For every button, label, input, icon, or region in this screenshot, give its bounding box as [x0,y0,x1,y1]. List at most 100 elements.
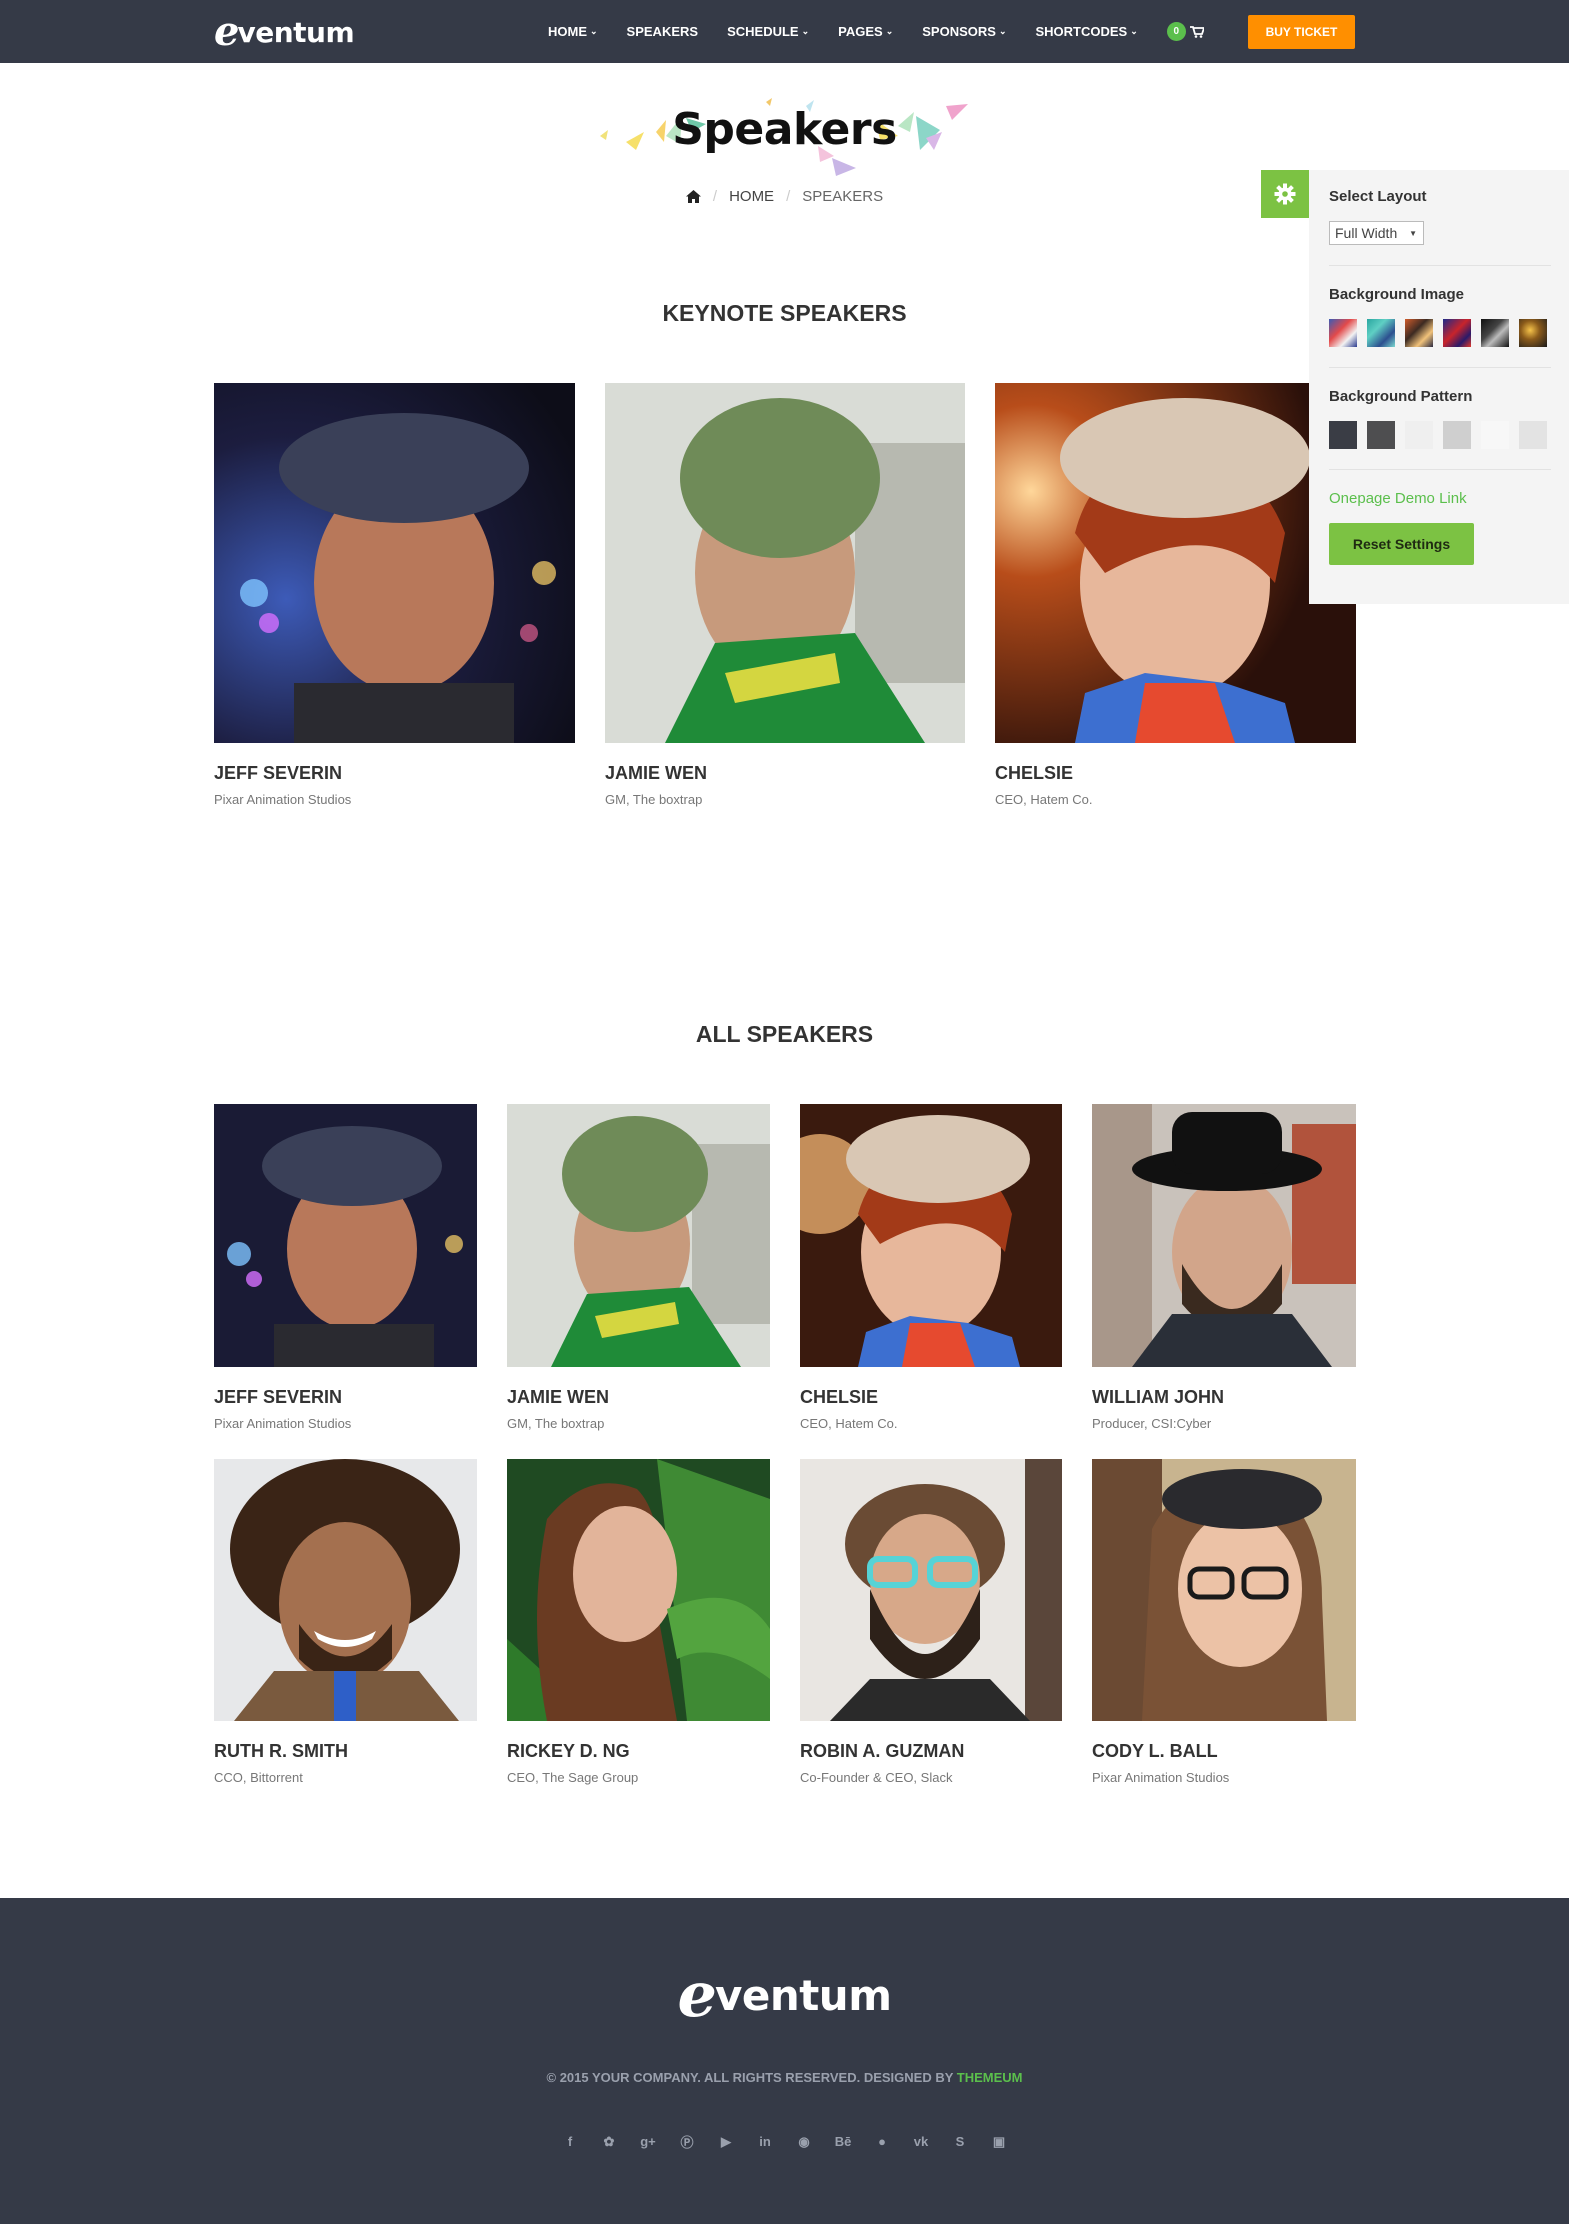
speaker-photo[interactable] [1092,1104,1356,1367]
speaker-name[interactable]: ROBIN A. GUZMAN [800,1741,1062,1762]
cart-count-badge: 0 [1166,22,1186,41]
nav-item-shortcodes[interactable]: SHORTCODES ⌄ [1035,24,1137,39]
settings-toggle-button[interactable] [1261,170,1309,218]
speaker-photo[interactable] [800,1104,1062,1367]
flickr-icon[interactable]: ● [873,2132,892,2151]
speaker-name[interactable]: JAMIE WEN [507,1387,770,1408]
site-logo[interactable]: e ventum [214,12,355,52]
speaker-name[interactable]: JEFF SEVERIN [214,1387,477,1408]
cart-icon [1189,25,1204,38]
background-pattern-swatch[interactable] [1405,421,1433,449]
speaker-photo-image [1092,1104,1356,1367]
chevron-down-icon: ⌄ [590,26,598,36]
keynote-speaker-card[interactable]: CHELSIE CEO, Hatem Co. [995,383,1356,807]
speaker-photo[interactable] [995,383,1356,743]
gear-icon [1274,183,1296,205]
keynote-speaker-card[interactable]: JEFF SEVERIN Pixar Animation Studios [214,383,575,807]
keynote-speaker-card[interactable]: JAMIE WEN GM, The boxtrap [605,383,965,807]
caret-down-icon: ▼ [1409,228,1417,238]
background-image-swatches [1329,319,1549,347]
divider [1329,469,1551,470]
speaker-photo[interactable] [800,1459,1062,1721]
top-navbar: e ventum HOME ⌄ SPEAKERS SCHEDULE ⌄ PAGES ⌄… [0,0,1569,63]
speaker-photo-image [800,1104,1062,1367]
speaker-name[interactable]: CHELSIE [995,763,1356,784]
background-pattern-swatch[interactable] [1329,421,1357,449]
background-image-swatch[interactable] [1367,319,1395,347]
onepage-demo-link[interactable]: Onepage Demo Link [1329,490,1549,507]
dribbble-icon[interactable]: ◉ [795,2132,814,2151]
speaker-photo[interactable] [507,1459,770,1721]
background-image-swatch[interactable] [1519,319,1547,347]
background-pattern-swatch[interactable] [1443,421,1471,449]
speaker-card[interactable]: JEFF SEVERIN Pixar Animation Studios [214,1104,477,1431]
select-layout-label: Select Layout [1329,188,1427,205]
chevron-down-icon: ⌄ [998,26,1007,36]
site-footer: e ventum © 2015 YOUR COMPANY. ALL RIGHTS… [0,1898,1569,2224]
speaker-role: Co-Founder & CEO, Slack [800,1770,953,1785]
home-icon[interactable] [685,190,701,203]
speaker-role: GM, The boxtrap [507,1416,605,1431]
background-pattern-label: Background Pattern [1329,388,1473,405]
speaker-name[interactable]: JEFF SEVERIN [214,763,575,784]
background-image-swatch[interactable] [1329,319,1357,347]
speaker-card[interactable]: RICKEY D. NG CEO, The Sage Group [507,1459,770,1785]
speaker-photo-image [214,1104,477,1367]
footer-logo[interactable]: e ventum [0,1964,1569,2026]
copyright-text: © 2015 YOUR COMPANY. ALL RIGHTS RESERVED… [0,2070,1569,2085]
twitter-icon[interactable]: ✿ [600,2132,619,2151]
linkedin-icon[interactable]: in [756,2132,775,2151]
buy-ticket-button[interactable]: BUY TICKET [1248,15,1355,49]
main-nav: HOME ⌄ SPEAKERS SCHEDULE ⌄ PAGES ⌄ SPONSORS… [548,0,1204,63]
speaker-photo[interactable] [507,1104,770,1367]
vk-icon[interactable]: vk [912,2132,931,2151]
google-plus-icon[interactable]: g+ [639,2132,658,2151]
speaker-card[interactable]: CODY L. BALL Pixar Animation Studios [1092,1459,1356,1785]
speaker-photo[interactable] [214,383,575,743]
speaker-name[interactable]: JAMIE WEN [605,763,965,784]
speaker-role: CEO, The Sage Group [507,1770,639,1785]
background-pattern-swatch[interactable] [1519,421,1547,449]
background-image-swatch[interactable] [1405,319,1433,347]
pinterest-icon[interactable]: Ⓟ [678,2132,697,2151]
nav-item-home[interactable]: HOME ⌄ [548,24,598,39]
skype-icon[interactable]: S [951,2132,970,2151]
speaker-name[interactable]: WILLIAM JOHN [1092,1387,1356,1408]
nav-item-sponsors[interactable]: SPONSORS ⌄ [922,24,1006,39]
facebook-icon[interactable]: f [561,2132,580,2151]
background-pattern-swatches [1329,421,1549,449]
breadcrumb-current: SPEAKERS [802,188,884,205]
speaker-photo[interactable] [1092,1459,1356,1721]
background-image-swatch[interactable] [1443,319,1471,347]
instagram-icon[interactable]: ▣ [990,2132,1009,2151]
speaker-photo[interactable] [214,1459,477,1721]
speaker-name[interactable]: CHELSIE [800,1387,1062,1408]
reset-settings-button[interactable]: Reset Settings [1329,523,1474,565]
layout-select[interactable]: Full Width ▼ [1329,221,1424,245]
cart-button[interactable]: 0 [1166,22,1204,41]
youtube-icon[interactable]: ▶ [717,2132,736,2151]
nav-label: PAGES [838,24,883,39]
nav-item-speakers[interactable]: SPEAKERS [627,24,699,39]
nav-item-schedule[interactable]: SCHEDULE ⌄ [727,24,809,39]
speaker-name[interactable]: CODY L. BALL [1092,1741,1356,1762]
speaker-card[interactable]: JAMIE WEN GM, The boxtrap [507,1104,770,1431]
speaker-name[interactable]: RUTH R. SMITH [214,1741,477,1762]
speaker-name[interactable]: RICKEY D. NG [507,1741,770,1762]
speaker-card[interactable]: RUTH R. SMITH CCO, Bittorrent [214,1459,477,1785]
speaker-card[interactable]: CHELSIE CEO, Hatem Co. [800,1104,1062,1431]
nav-item-pages[interactable]: PAGES ⌄ [838,24,893,39]
speaker-photo[interactable] [605,383,965,743]
speaker-card[interactable]: ROBIN A. GUZMAN Co-Founder & CEO, Slack [800,1459,1062,1785]
nav-label: SPONSORS [922,24,996,39]
chevron-down-icon: ⌄ [1130,26,1138,36]
speaker-card[interactable]: WILLIAM JOHN Producer, CSI:Cyber [1092,1104,1356,1431]
designer-link[interactable]: THEMEUM [957,2070,1023,2085]
background-pattern-swatch[interactable] [1481,421,1509,449]
layout-select-value: Full Width [1335,225,1398,241]
background-pattern-swatch[interactable] [1367,421,1395,449]
behance-icon[interactable]: Bē [834,2132,853,2151]
speaker-photo[interactable] [214,1104,477,1367]
breadcrumb-home-link[interactable]: HOME [729,188,774,205]
background-image-swatch[interactable] [1481,319,1509,347]
